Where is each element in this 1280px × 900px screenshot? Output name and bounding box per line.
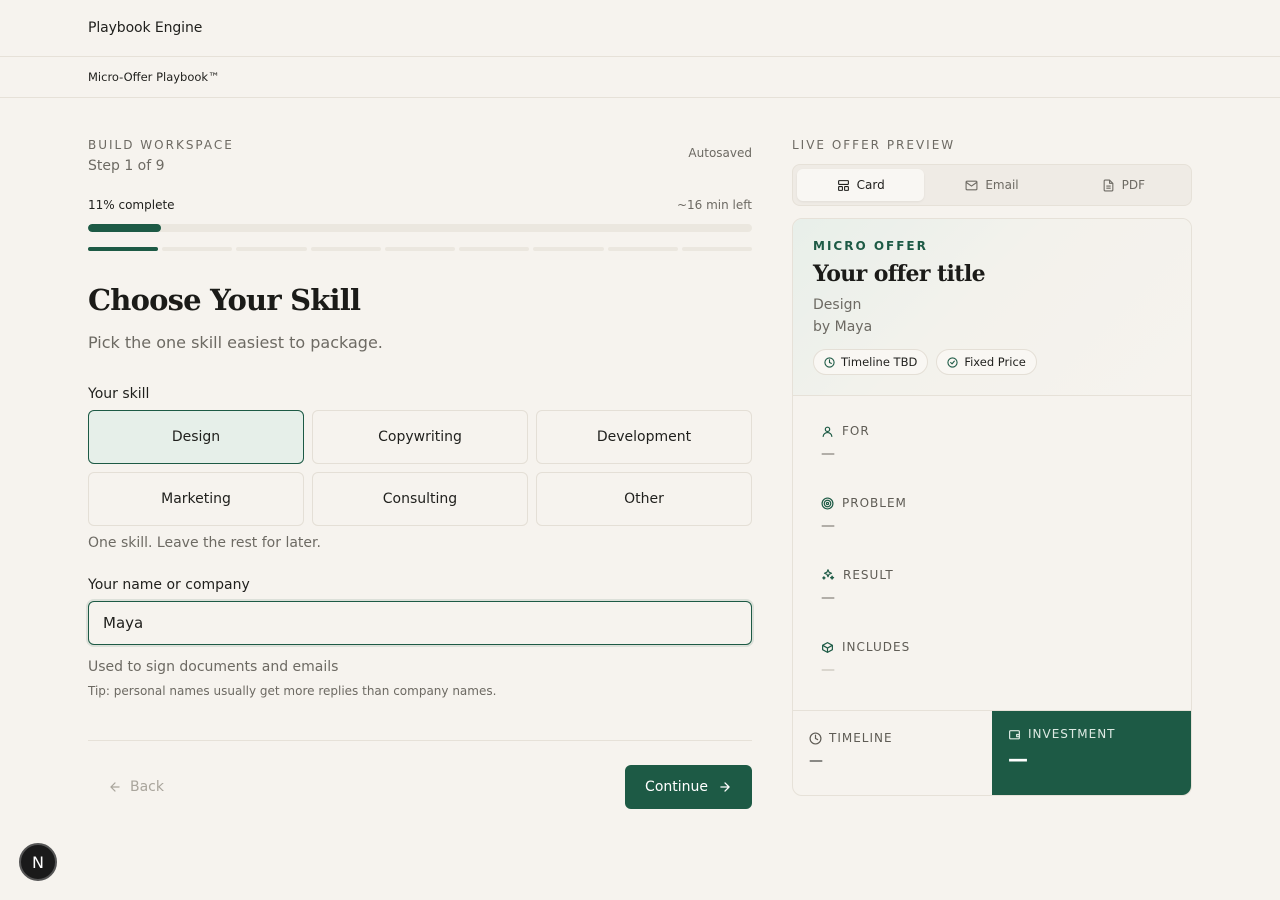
offer-card-footer: TIMELINE — INVESTMENT —: [793, 710, 1191, 795]
section-problem: PROBLEM —: [821, 496, 1163, 534]
timeline-value: —: [809, 753, 823, 769]
wallet-icon: [1008, 728, 1021, 741]
chip-timeline: Timeline TBD: [813, 349, 929, 375]
form-actions: Back Continue: [88, 765, 752, 809]
chip-fixed-price-label: Fixed Price: [964, 355, 1026, 369]
step-segment: [310, 247, 381, 251]
section-for-value: —: [821, 446, 835, 462]
skill-option-consulting[interactable]: Consulting: [312, 472, 528, 526]
name-label: Your name or company: [88, 577, 250, 593]
step-indicator: Step 1 of 9: [88, 158, 165, 174]
time-left: ~16 min left: [676, 198, 752, 212]
build-workspace: BUILD WORKSPACE Step 1 of 9 Autosaved 11…: [88, 98, 752, 809]
clock-icon: [809, 731, 822, 745]
user-icon: [821, 425, 834, 438]
sub-bar: Micro-Offer Playbook™: [0, 57, 1280, 98]
back-label: Back: [130, 779, 164, 795]
chip-fixed-price: Fixed Price: [936, 349, 1037, 375]
continue-button[interactable]: Continue: [625, 765, 752, 809]
step-segment: [607, 247, 678, 251]
check-circle-icon: [947, 356, 958, 368]
offer-skill: Design: [813, 297, 862, 313]
card-eyebrow: MICRO OFFER: [813, 239, 928, 253]
autosave-status: Autosaved: [688, 146, 752, 160]
clock-icon: [824, 356, 835, 368]
page-subtitle: Pick the one skill easiest to package.: [88, 333, 383, 352]
progress-percent: 11% complete: [88, 198, 175, 212]
name-help: Used to sign documents and emails: [88, 659, 339, 675]
timeline-cell: TIMELINE —: [793, 711, 992, 795]
section-for: FOR —: [821, 424, 1163, 462]
tab-email[interactable]: Email: [928, 169, 1055, 201]
step-segments: [88, 247, 752, 251]
section-result-value: —: [821, 590, 835, 606]
skill-hint: One skill. Leave the rest for later.: [88, 535, 321, 551]
progress-bar-fill: [88, 224, 162, 232]
skill-option-other[interactable]: Other: [536, 472, 752, 526]
arrow-right-icon: [718, 780, 732, 794]
skill-option-marketing[interactable]: Marketing: [88, 472, 304, 526]
tab-pdf-label: PDF: [1121, 178, 1146, 192]
section-result-label: RESULT: [843, 568, 894, 582]
offer-card-header: MICRO OFFER Your offer title Design by M…: [793, 219, 1191, 396]
step-segment: [162, 247, 233, 251]
investment-value: —: [1008, 747, 1028, 771]
offer-card-body: FOR — PROBLEM — RESULT — INCLUDES —: [793, 396, 1191, 710]
section-includes: INCLUDES —: [821, 640, 1163, 678]
offer-title: Your offer title: [813, 261, 986, 287]
offer-byline: by Maya: [813, 319, 873, 335]
section-includes-value: —: [821, 662, 835, 678]
sparkles-icon: [821, 568, 835, 582]
live-offer-preview: LIVE OFFER PREVIEW Card Email PDF MICRO …: [792, 98, 1192, 796]
document-icon: [1102, 179, 1115, 192]
step-segment: [236, 247, 307, 251]
tab-email-label: Email: [985, 178, 1019, 192]
section-problem-label: PROBLEM: [842, 496, 907, 510]
step-segment: [533, 247, 604, 251]
mail-icon: [965, 179, 978, 192]
offer-card: MICRO OFFER Your offer title Design by M…: [792, 218, 1192, 796]
timeline-label: TIMELINE: [829, 731, 893, 745]
step-segment: [459, 247, 530, 251]
brand-name[interactable]: Playbook Engine: [88, 20, 202, 36]
section-includes-label: INCLUDES: [842, 640, 911, 654]
step-segment: [384, 247, 456, 251]
skill-option-design[interactable]: Design: [88, 410, 304, 464]
section-for-label: FOR: [842, 424, 870, 438]
skill-option-development[interactable]: Development: [536, 410, 752, 464]
offer-chips: Timeline TBD Fixed Price: [813, 349, 1171, 375]
arrow-left-icon: [108, 780, 122, 794]
skill-label: Your skill: [88, 386, 150, 402]
continue-label: Continue: [645, 779, 708, 795]
name-input[interactable]: [88, 601, 752, 645]
target-icon: [821, 496, 834, 510]
page-title: Choose Your Skill: [88, 283, 361, 317]
progress-row: 11% complete ~16 min left: [88, 198, 752, 212]
divider: [88, 740, 752, 741]
tab-card[interactable]: Card: [797, 169, 925, 201]
back-button[interactable]: Back: [88, 779, 164, 795]
skill-option-copywriting[interactable]: Copywriting: [312, 410, 528, 464]
workspace-header: BUILD WORKSPACE Step 1 of 9 Autosaved: [88, 138, 752, 174]
tab-pdf[interactable]: PDF: [1060, 169, 1187, 201]
preview-tabs: Card Email PDF: [792, 164, 1192, 206]
card-layout-icon: [837, 179, 850, 192]
investment-label: INVESTMENT: [1028, 727, 1116, 741]
section-result: RESULT —: [821, 568, 1163, 606]
chip-timeline-label: Timeline TBD: [841, 355, 918, 369]
skill-options: Design Copywriting Development Marketing…: [88, 410, 752, 526]
investment-cell: INVESTMENT —: [992, 711, 1191, 795]
workspace-eyebrow: BUILD WORKSPACE: [88, 138, 234, 152]
step-segment: [681, 247, 752, 251]
preview-eyebrow: LIVE OFFER PREVIEW: [792, 138, 956, 152]
step-segment: [88, 247, 159, 251]
package-icon: [821, 641, 834, 654]
name-tip: Tip: personal names usually get more rep…: [88, 684, 497, 698]
n-badge[interactable]: N: [19, 843, 57, 881]
top-bar: Playbook Engine: [0, 0, 1280, 57]
section-problem-value: —: [821, 518, 835, 534]
tab-card-label: Card: [856, 178, 885, 192]
progress-bar: [88, 224, 752, 232]
breadcrumb[interactable]: Micro-Offer Playbook™: [88, 70, 220, 84]
